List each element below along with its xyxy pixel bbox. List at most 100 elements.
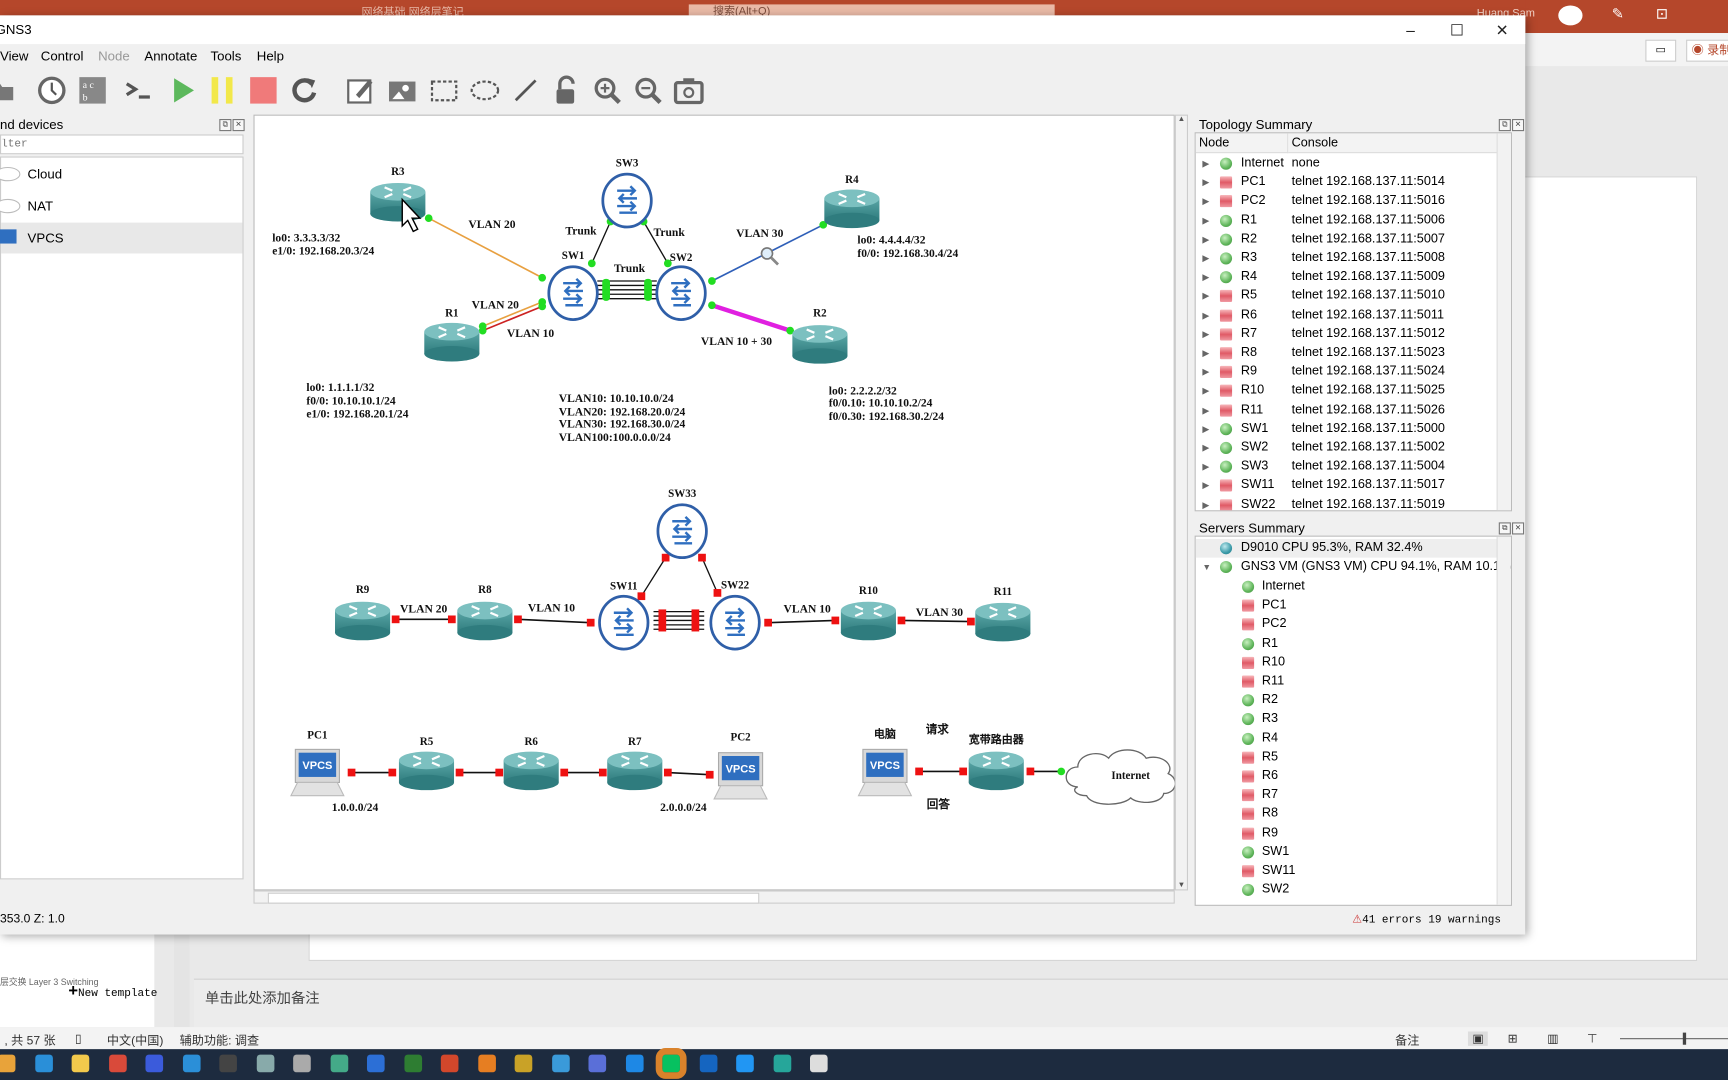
expand-arrow-icon[interactable]: ▶ [1202, 382, 1209, 401]
link[interactable] [901, 619, 971, 623]
link[interactable] [667, 771, 710, 776]
collapse-arrow-icon[interactable]: ▼ [1202, 558, 1211, 577]
node-router-10[interactable]: R9 [335, 584, 391, 641]
taskbar-app-icon[interactable] [219, 1054, 237, 1073]
expand-arrow-icon[interactable]: ▶ [1202, 420, 1209, 439]
slideshow-icon[interactable]: ⊤ [1587, 1032, 1598, 1046]
server-node-item[interactable]: R4 [1196, 729, 1511, 748]
close-button[interactable]: ✕ [1491, 20, 1513, 40]
taskbar-app-icon[interactable] [182, 1054, 201, 1073]
vlan-note[interactable]: VLAN20: 192.168.20.0/24 [559, 405, 686, 418]
topology-row[interactable]: ▶ R2 telnet 192.168.137.11:5007 [1196, 230, 1511, 249]
node-label[interactable]: R8 [478, 584, 492, 596]
slide-sorter-icon[interactable]: ⊞ [1508, 1032, 1518, 1046]
server-node-item[interactable]: R11 [1196, 672, 1511, 691]
r1-note[interactable]: lo0: 1.1.1.1/32 [306, 381, 374, 394]
topology-canvas[interactable]: R3 SW3 R4 SW1 SW2 R1 R2 SW33 SW11 SW22 R9 R8 R10 R11 V… [253, 114, 1176, 891]
screenshot-icon[interactable] [673, 75, 704, 106]
server-node-item[interactable]: R6 [1196, 767, 1511, 786]
taskbar-app-icon[interactable] [625, 1054, 644, 1073]
taskbar-app-icon[interactable] [293, 1054, 311, 1073]
node-label[interactable]: R7 [628, 736, 642, 748]
note-icon[interactable] [345, 75, 376, 106]
node-label[interactable]: R10 [859, 585, 878, 597]
r2-note[interactable]: lo0: 2.2.2.2/32 [829, 385, 897, 398]
spellcheck-icon[interactable]: ▯ [75, 1032, 82, 1046]
taskbar-app-icon[interactable] [477, 1054, 496, 1073]
topology-row[interactable]: ▶ PC2 telnet 192.168.137.11:5016 [1196, 192, 1511, 211]
maximize-button[interactable]: ☐ [1446, 20, 1468, 40]
clock-icon[interactable] [36, 75, 67, 106]
taskbar-app-icon[interactable] [0, 1054, 16, 1073]
vlan-note[interactable]: VLAN10: 10.10.10.0/24 [559, 392, 674, 405]
taskbar-app-icon[interactable] [440, 1054, 459, 1073]
topology-row[interactable]: ▶ SW2 telnet 192.168.137.11:5002 [1196, 439, 1511, 458]
taskbar-app-icon[interactable] [403, 1054, 422, 1073]
close-panel-button[interactable]: ✕ [1511, 119, 1525, 132]
r2-note[interactable]: f0/0.30: 192.168.30.2/24 [829, 410, 945, 423]
topology-row[interactable]: ▶ R9 telnet 192.168.137.11:5024 [1196, 363, 1511, 382]
expand-arrow-icon[interactable]: ▶ [1202, 173, 1209, 192]
node-router-0[interactable]: R3 [370, 166, 426, 222]
menu-tools[interactable]: Tools [210, 48, 241, 63]
server-vm[interactable]: ▼ GNS3 VM (GNS3 VM) CPU 94.1%, RAM 10.1% [1196, 558, 1511, 577]
expand-arrow-icon[interactable]: ▶ [1202, 287, 1209, 306]
close-panel-button[interactable]: ✕ [1511, 522, 1525, 535]
server-node-item[interactable]: R7 [1196, 786, 1511, 805]
topology-row[interactable]: ▶ SW11 telnet 192.168.137.11:5017 [1196, 477, 1511, 496]
taskbar-app-icon[interactable] [34, 1054, 53, 1073]
node-label[interactable]: R3 [391, 166, 405, 178]
expand-arrow-icon[interactable]: ▶ [1202, 439, 1209, 458]
node-label[interactable]: SW3 [616, 157, 639, 169]
node-vpcs-19[interactable]: VPCS 电脑 [857, 726, 913, 797]
node-label[interactable]: R1 [445, 307, 458, 319]
expand-arrow-icon[interactable]: ▶ [1202, 192, 1209, 211]
node-label[interactable]: R11 [994, 586, 1012, 598]
scroll-down-icon[interactable]: ▼ [1176, 882, 1187, 890]
device-item-cloud[interactable]: Cloud [0, 159, 242, 190]
expand-arrow-icon[interactable]: ▶ [1202, 249, 1209, 268]
accessibility-status[interactable]: 辅助功能: 调查 [180, 1032, 259, 1050]
server-node-item[interactable]: R1 [1196, 634, 1511, 653]
line-icon[interactable] [510, 75, 541, 106]
node-label[interactable]: SW2 [670, 252, 693, 264]
taskbar-app-icon[interactable] [145, 1054, 164, 1073]
node-router-12[interactable]: R10 [840, 585, 896, 641]
menu-node[interactable]: Node [98, 48, 130, 63]
node-router-15[interactable]: R5 [398, 736, 455, 791]
topology-row[interactable]: ▶ PC1 telnet 192.168.137.11:5014 [1196, 173, 1511, 192]
menu-view[interactable]: View [0, 48, 28, 63]
node-label[interactable]: SW33 [668, 488, 697, 500]
avatar[interactable] [1558, 5, 1583, 26]
topology-row[interactable]: ▶ R3 telnet 192.168.137.11:5008 [1196, 249, 1511, 268]
link[interactable] [701, 557, 719, 594]
topology-row[interactable]: ▶ R7 telnet 192.168.137.11:5012 [1196, 325, 1511, 344]
vlan-note[interactable]: VLAN100:100.0.0.0/24 [559, 431, 671, 444]
expand-arrow-icon[interactable]: ▶ [1202, 306, 1209, 325]
node-switch-1[interactable]: SW3 [601, 157, 653, 229]
server-node-item[interactable]: R8 [1196, 805, 1511, 824]
node-label[interactable]: R5 [420, 736, 434, 748]
server-node-item[interactable]: SW1 [1196, 843, 1511, 862]
node-vpcs-18[interactable]: VPCS PC2 [713, 732, 768, 800]
canvas-vertical-scrollbar[interactable]: ▲ ▼ [1174, 114, 1188, 891]
error-status[interactable]: ⚠41 errors 19 warnings [1352, 914, 1501, 927]
abc-icon[interactable]: a cb [77, 75, 108, 106]
r1-note[interactable]: f0/0: 10.10.10.1/24 [306, 394, 396, 407]
reading-view-icon[interactable]: ▥ [1547, 1032, 1558, 1046]
close-panel-button[interactable]: ✕ [232, 119, 245, 132]
node-label[interactable]: 电脑 [874, 726, 896, 740]
node-cloud-21[interactable]: Internet [1065, 749, 1176, 805]
start-icon[interactable] [168, 75, 199, 106]
taskbar-app-icon[interactable] [655, 1048, 687, 1079]
expand-arrow-icon[interactable]: ▶ [1202, 363, 1209, 382]
expand-arrow-icon[interactable]: ▶ [1202, 401, 1209, 420]
record-button[interactable]: ◉ 录制 [1686, 39, 1728, 62]
notes-toggle-button[interactable]: 备注 [1395, 1032, 1419, 1050]
server-node-item[interactable]: R2 [1196, 691, 1511, 710]
r3-note[interactable]: lo0: 3.3.3.3/32 [272, 231, 340, 244]
zoom-slider-thumb[interactable] [1682, 1032, 1687, 1045]
node-label[interactable]: SW1 [562, 250, 585, 262]
node-label[interactable]: R2 [813, 307, 827, 319]
node-router-2[interactable]: R4 [824, 174, 880, 229]
